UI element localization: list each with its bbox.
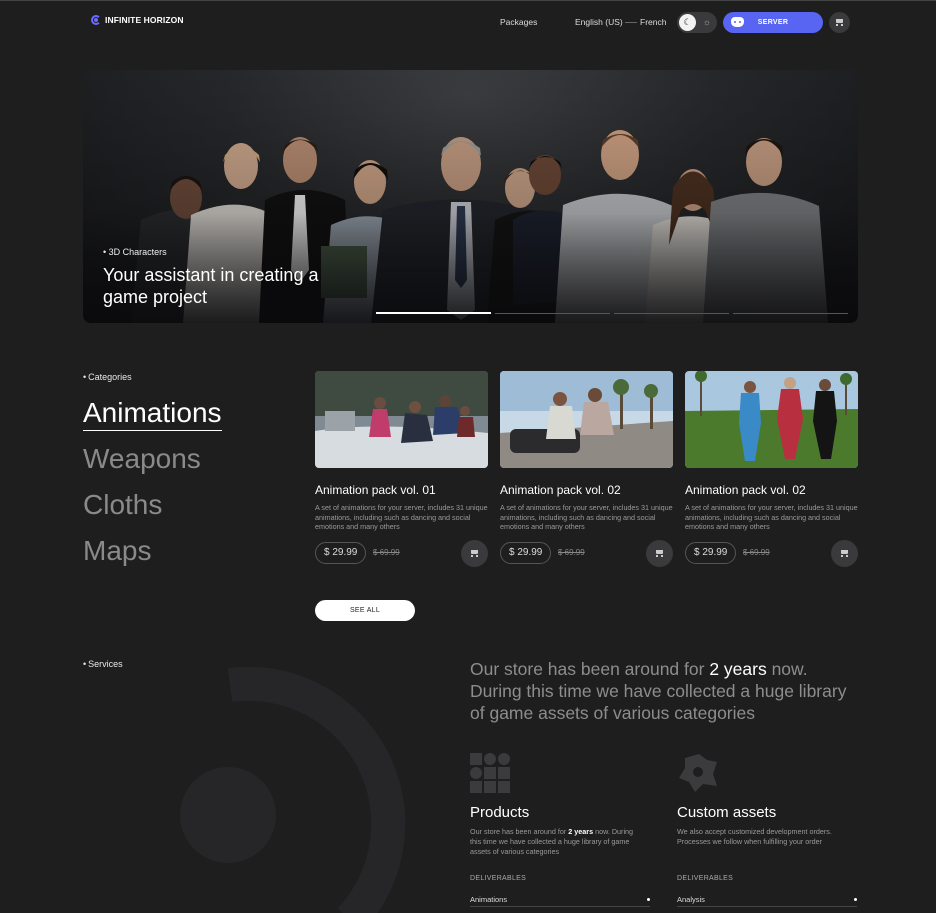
deliverable-text: Analysis xyxy=(677,895,705,904)
products-service-title: Products xyxy=(470,804,530,821)
product-image[interactable] xyxy=(315,371,488,468)
custom-assets-service-title: Custom assets xyxy=(677,804,777,821)
lang-english-option[interactable]: English (US) xyxy=(575,17,623,27)
hero-banner[interactable]: • 3D Characters Your assistant in creati… xyxy=(83,70,858,323)
hero-slide-indicator-4[interactable] xyxy=(733,313,848,314)
bullet-icon xyxy=(854,898,857,901)
cart-icon xyxy=(655,550,664,557)
hero-slide-indicator-1[interactable] xyxy=(376,312,491,314)
services-label: Services xyxy=(83,659,123,669)
product-price: $ 29.99 xyxy=(500,542,552,564)
product-old-price: $ 69.99 xyxy=(743,548,770,557)
store-years: 2 years xyxy=(709,659,767,679)
hero-tag: • 3D Characters xyxy=(103,247,167,257)
cart-icon xyxy=(470,550,479,557)
grid-icon xyxy=(470,753,510,793)
store-text-pre: Our store has been around for xyxy=(470,659,710,679)
product-card[interactable]: Animation pack vol. 02 A set of animatio… xyxy=(685,371,858,567)
custom-assets-service-description: We also accept customized development or… xyxy=(677,827,832,846)
categories-label: Categories xyxy=(83,372,132,382)
add-to-cart-button[interactable] xyxy=(831,540,858,567)
product-title[interactable]: Animation pack vol. 02 xyxy=(500,483,621,497)
lang-french-option[interactable]: French xyxy=(640,17,666,27)
decorative-logo-graphic xyxy=(180,666,406,913)
category-weapons[interactable]: Weapons xyxy=(83,443,201,475)
nav-packages-link[interactable]: Packages xyxy=(500,17,537,27)
site-header: INFINITE HORIZON Packages English (US) F… xyxy=(0,0,936,44)
products-desc-pre: Our store has been around for xyxy=(470,827,569,836)
custom-deliverables-label: DELIVERABLES xyxy=(677,875,734,882)
puzzle-icon xyxy=(679,754,717,792)
deliverable-text: Animations xyxy=(470,895,508,904)
add-to-cart-button[interactable] xyxy=(461,540,488,567)
sun-icon: ☼ xyxy=(702,17,711,27)
hero-tag-text: 3D Characters xyxy=(108,247,167,257)
server-button-label: SERVER xyxy=(757,19,789,26)
product-description: A set of animations for your server, inc… xyxy=(685,503,858,531)
product-title[interactable]: Animation pack vol. 01 xyxy=(315,483,436,497)
hero-title: Your assistant in creating a game projec… xyxy=(103,265,319,307)
category-cloths[interactable]: Cloths xyxy=(83,489,162,521)
moon-icon: ☾ xyxy=(679,14,696,31)
store-description: Our store has been around for 2 years no… xyxy=(470,658,850,724)
products-service-description: Our store has been around for 2 years no… xyxy=(470,827,635,857)
product-title[interactable]: Animation pack vol. 02 xyxy=(685,483,806,497)
product-card[interactable]: Animation pack vol. 02 A set of animatio… xyxy=(500,371,673,567)
discord-server-button[interactable]: SERVER xyxy=(723,12,823,33)
cart-icon xyxy=(835,19,844,26)
logo-icon xyxy=(91,15,101,25)
header-cart-button[interactable] xyxy=(829,12,850,33)
theme-toggle[interactable]: ☾ ☼ xyxy=(677,12,717,33)
products-deliverable-item[interactable]: Animations xyxy=(470,895,650,907)
logo[interactable]: INFINITE HORIZON xyxy=(91,15,184,25)
see-all-button[interactable]: SEE ALL xyxy=(315,600,415,621)
hero-slide-indicator-3[interactable] xyxy=(614,313,729,314)
category-animations[interactable]: Animations xyxy=(83,397,222,431)
product-card[interactable]: Animation pack vol. 01 A set of animatio… xyxy=(315,371,488,567)
product-price: $ 29.99 xyxy=(685,542,737,564)
product-old-price: $ 69.99 xyxy=(558,548,585,557)
hero-slide-indicator-2[interactable] xyxy=(495,313,610,314)
custom-deliverable-item[interactable]: Analysis xyxy=(677,895,857,907)
product-description: A set of animations for your server, inc… xyxy=(315,503,488,531)
product-old-price: $ 69.99 xyxy=(373,548,400,557)
products-deliverables-label: DELIVERABLES xyxy=(470,875,527,882)
products-desc-years: 2 years xyxy=(568,827,594,836)
bullet-icon xyxy=(647,898,650,901)
product-price: $ 29.99 xyxy=(315,542,367,564)
logo-text: INFINITE HORIZON xyxy=(105,15,184,25)
add-to-cart-button[interactable] xyxy=(646,540,673,567)
product-image[interactable] xyxy=(500,371,673,468)
product-image[interactable] xyxy=(685,371,858,468)
lang-separator xyxy=(625,22,637,23)
cart-icon xyxy=(840,550,849,557)
product-description: A set of animations for your server, inc… xyxy=(500,503,673,531)
category-maps[interactable]: Maps xyxy=(83,535,151,567)
